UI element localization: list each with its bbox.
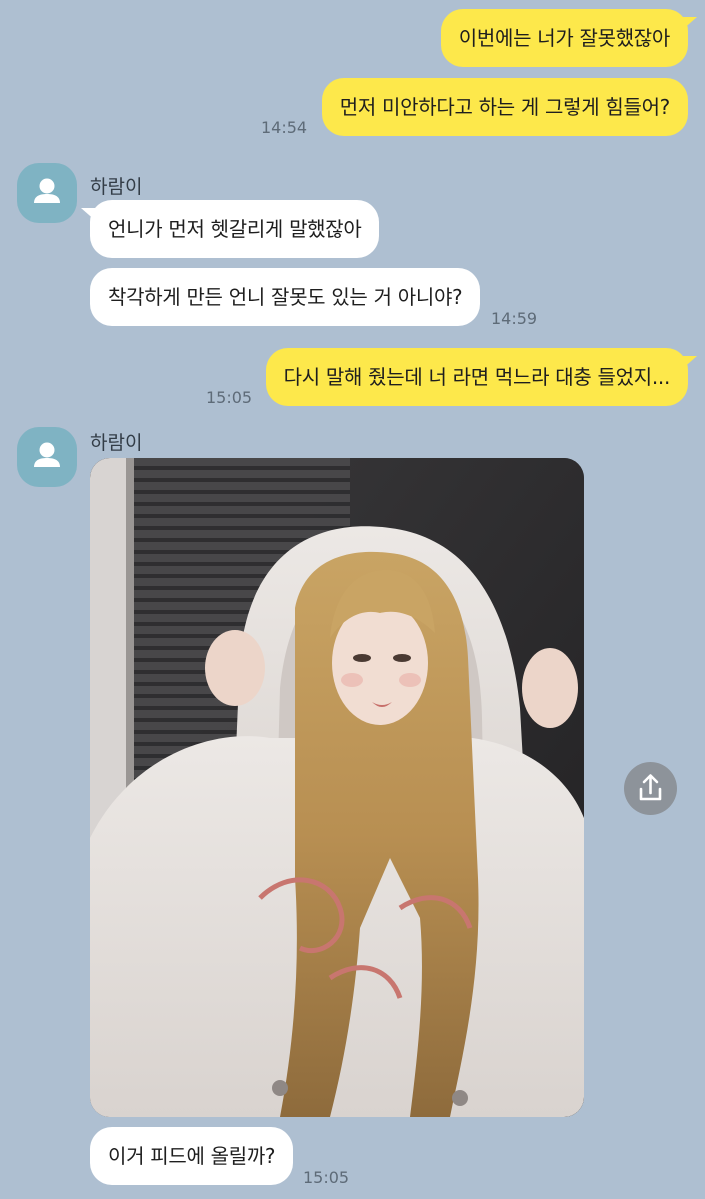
share-button[interactable] (624, 762, 677, 815)
message-bubble-mine[interactable]: 다시 말해 줬는데 너 라면 먹느라 대충 들었지... (265, 348, 698, 406)
message-timestamp: 14:54 (261, 118, 308, 137)
message-bubble-theirs[interactable]: 언니가 먼저 헷갈리게 말했잖아 (80, 200, 380, 258)
sender-avatar[interactable] (17, 427, 77, 487)
message-bubble-theirs[interactable]: 이거 피드에 올릴까? (90, 1127, 294, 1185)
sender-name: 하람이 (90, 432, 143, 454)
sender-name: 하람이 (90, 176, 143, 198)
photo-message[interactable] (90, 458, 584, 1117)
message-timestamp: 14:59 (491, 309, 538, 328)
message-timestamp: 15:05 (303, 1168, 350, 1187)
message-bubble-mine[interactable]: 이번에는 너가 잘못했잖아 (440, 9, 698, 67)
sender-avatar[interactable] (17, 163, 77, 223)
person-icon (34, 442, 60, 467)
message-timestamp: 15:05 (206, 388, 253, 407)
message-bubble-theirs[interactable]: 착각하게 만든 언니 잘못도 있는 거 아니야? (90, 268, 481, 326)
person-icon (34, 178, 60, 203)
share-icon (639, 774, 662, 801)
chat-room: 이번에는 너가 잘못했잖아 먼저 미안하다고 하는 게 그렇게 힘들어? 14:… (0, 0, 705, 1199)
message-bubble-mine[interactable]: 먼저 미안하다고 하는 게 그렇게 힘들어? (321, 78, 688, 136)
photo-image (90, 458, 584, 1117)
